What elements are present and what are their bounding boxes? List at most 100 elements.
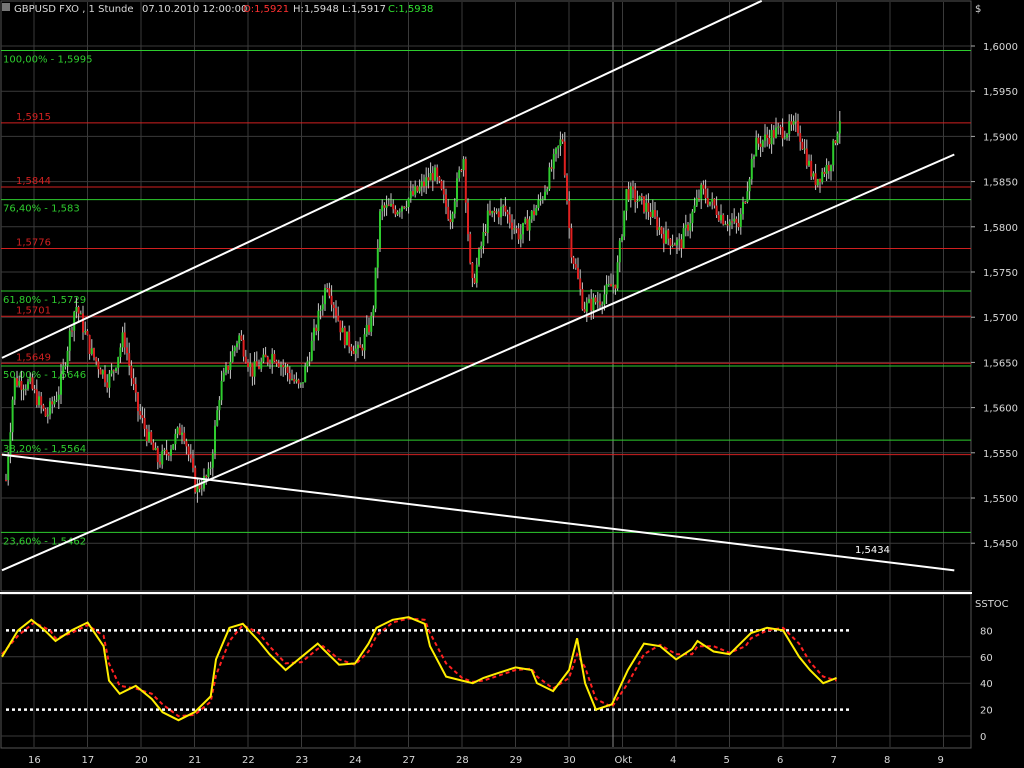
candle-body [555, 148, 557, 154]
candle-body [170, 449, 172, 456]
candle-body [546, 189, 549, 192]
candle-body [310, 340, 313, 361]
candle-body [273, 353, 276, 362]
candle-body [88, 334, 91, 354]
candle-body [739, 214, 742, 228]
candle-body [640, 195, 643, 197]
candle-body [324, 288, 326, 305]
candle-body [676, 240, 678, 246]
candle-body [808, 160, 810, 166]
candle-body [374, 267, 377, 309]
candle-body [134, 384, 137, 393]
candle-body [684, 224, 687, 229]
candle-body [489, 210, 491, 214]
candle-body [29, 377, 32, 382]
candle-body [761, 140, 764, 147]
candle-body [557, 145, 560, 149]
candle-body [293, 379, 296, 382]
candle-body [588, 299, 590, 303]
candle-body [728, 221, 731, 226]
candle-body [218, 400, 221, 411]
candle-body [233, 347, 236, 352]
candle-body [634, 189, 637, 202]
candle-body [115, 368, 117, 372]
candle-body [172, 444, 175, 450]
price-tick-label: 1,5850 [983, 178, 1018, 189]
candle-body [343, 327, 346, 346]
candle-body [359, 344, 362, 348]
candle-body [396, 212, 399, 215]
resistance-level-label: 1,5776 [16, 237, 51, 248]
candle-body [735, 218, 738, 223]
candle-body [121, 332, 124, 348]
candle-body [704, 188, 707, 199]
candle-body [667, 230, 670, 239]
candle-body [251, 363, 254, 377]
candle-body [632, 186, 634, 190]
candle-body [568, 201, 571, 229]
candle-body [451, 213, 454, 223]
candle-body [830, 165, 832, 172]
candle-body [453, 201, 456, 214]
candle-body [123, 332, 126, 348]
candle-body [225, 365, 227, 373]
candle-body [724, 224, 727, 226]
candle-body [71, 330, 73, 332]
candle-body [566, 175, 568, 202]
candle-body [363, 334, 366, 351]
trendline-value-label: 1,5434 [855, 545, 890, 556]
date-tick-label: 29 [510, 755, 523, 766]
candle-body [816, 178, 819, 186]
candle-body [38, 396, 40, 406]
candle-body [656, 216, 659, 231]
date-tick-label: 4 [670, 755, 676, 766]
candle-body [438, 176, 441, 181]
candle-body [141, 415, 144, 418]
candle-body [706, 198, 709, 205]
candle-body [260, 361, 263, 369]
candle-body [647, 202, 650, 212]
candle-body [31, 377, 34, 389]
header-toggle-icon[interactable] [2, 3, 10, 11]
candle-body [528, 219, 531, 231]
candle-body [753, 156, 755, 160]
candle-body [475, 264, 478, 283]
header-datetime: 07.10.2010 12:00:00 [142, 4, 247, 15]
candle-body [341, 327, 344, 333]
candle-body [35, 389, 38, 406]
header-open: O:1,5921 [243, 4, 289, 15]
candle-body [726, 224, 729, 226]
candle-body [478, 249, 480, 265]
candle-body [321, 304, 324, 310]
candle-body [614, 284, 617, 289]
candle-body [319, 309, 322, 311]
candle-body [337, 315, 340, 321]
candle-body [299, 383, 302, 385]
candle-body [154, 447, 157, 450]
candle-body [471, 262, 474, 279]
candle-body [790, 121, 793, 125]
candle-body [651, 210, 654, 218]
candle-body [220, 380, 223, 401]
candle-body [55, 399, 58, 401]
price-tick-label: 1,5950 [983, 87, 1018, 98]
candle-body [561, 139, 564, 142]
candle-body [502, 205, 505, 207]
candle-body [671, 244, 674, 246]
candle-body [143, 417, 146, 429]
candle-body [126, 347, 128, 354]
price-tick-label: 1,5450 [983, 539, 1018, 550]
candle-body [579, 278, 582, 290]
candle-body [352, 350, 355, 354]
candle-body [744, 201, 747, 203]
candle-body [27, 381, 29, 389]
candle-body [805, 148, 808, 166]
oscillator-tick-label: 40 [980, 679, 993, 690]
price-chart[interactable]: 100,00% - 1,599576,40% - 1,58361,80% - 1… [0, 0, 1024, 768]
candle-body [469, 234, 472, 263]
candle-body [533, 211, 535, 215]
candle-body [825, 164, 828, 174]
candle-body [524, 218, 527, 224]
oscillator-name: SSTOC [975, 599, 1009, 610]
candle-body [346, 331, 348, 346]
